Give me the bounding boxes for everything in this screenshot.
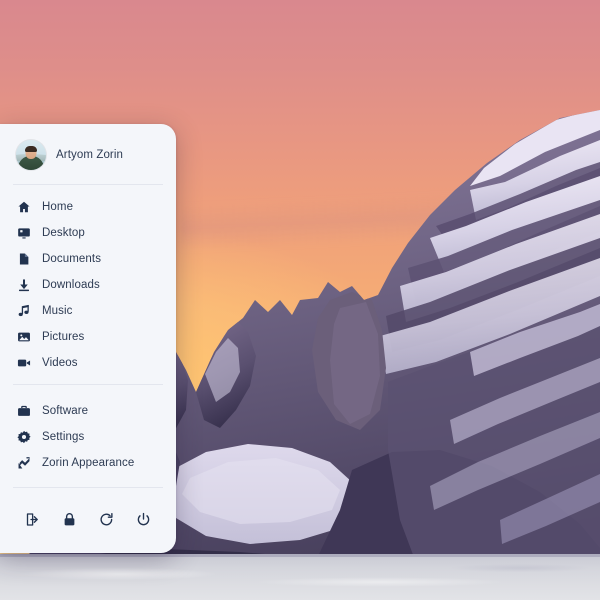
- desktop[interactable]: Artyom Zorin Home Desktop Documents Down…: [0, 0, 600, 600]
- lock-button[interactable]: [59, 509, 81, 531]
- menu-item-videos[interactable]: Videos: [0, 350, 176, 376]
- software-icon: [16, 404, 31, 419]
- music-icon: [16, 304, 31, 319]
- user-name-label: Artyom Zorin: [56, 149, 124, 161]
- menu-item-label: Documents: [42, 253, 102, 265]
- wallpaper-snowfield: [0, 554, 600, 600]
- menu-item-label: Music: [42, 305, 73, 317]
- home-icon: [16, 200, 31, 215]
- zorin-application-menu[interactable]: Artyom Zorin Home Desktop Documents Down…: [0, 124, 176, 553]
- power-button[interactable]: [133, 509, 155, 531]
- menu-item-label: Videos: [42, 357, 78, 369]
- menu-item-downloads[interactable]: Downloads: [0, 272, 176, 298]
- menu-item-documents[interactable]: Documents: [0, 246, 176, 272]
- menu-item-settings[interactable]: Settings: [0, 424, 176, 450]
- wallpaper-snow-texture: [0, 556, 600, 600]
- menu-item-label: Zorin Appearance: [42, 457, 135, 469]
- menu-item-software[interactable]: Software: [0, 398, 176, 424]
- menu-item-label: Downloads: [42, 279, 100, 291]
- user-avatar-photo[interactable]: [16, 140, 46, 170]
- documents-icon: [16, 252, 31, 267]
- menu-item-label: Software: [42, 405, 89, 417]
- menu-item-label: Desktop: [42, 227, 85, 239]
- pictures-icon: [16, 330, 31, 345]
- user-account-row[interactable]: Artyom Zorin: [0, 124, 176, 184]
- restart-button[interactable]: [96, 509, 118, 531]
- desktop-icon: [16, 226, 31, 241]
- log-out-button[interactable]: [22, 509, 44, 531]
- session-action-bar: [0, 488, 176, 553]
- downloads-icon: [16, 278, 31, 293]
- menu-item-label: Home: [42, 201, 74, 213]
- places-group: Home Desktop Documents Downloads Music P…: [0, 185, 176, 384]
- menu-item-desktop[interactable]: Desktop: [0, 220, 176, 246]
- appearance-brush-icon: [16, 456, 31, 471]
- menu-item-home[interactable]: Home: [0, 194, 176, 220]
- videos-icon: [16, 356, 31, 371]
- menu-item-label: Pictures: [42, 331, 85, 343]
- menu-item-label: Settings: [42, 431, 85, 443]
- menu-item-pictures[interactable]: Pictures: [0, 324, 176, 350]
- menu-item-zorin-appearance[interactable]: Zorin Appearance: [0, 450, 176, 476]
- menu-item-music[interactable]: Music: [0, 298, 176, 324]
- system-group: Software Settings Zorin Appearance: [0, 385, 176, 487]
- settings-gear-icon: [16, 430, 31, 445]
